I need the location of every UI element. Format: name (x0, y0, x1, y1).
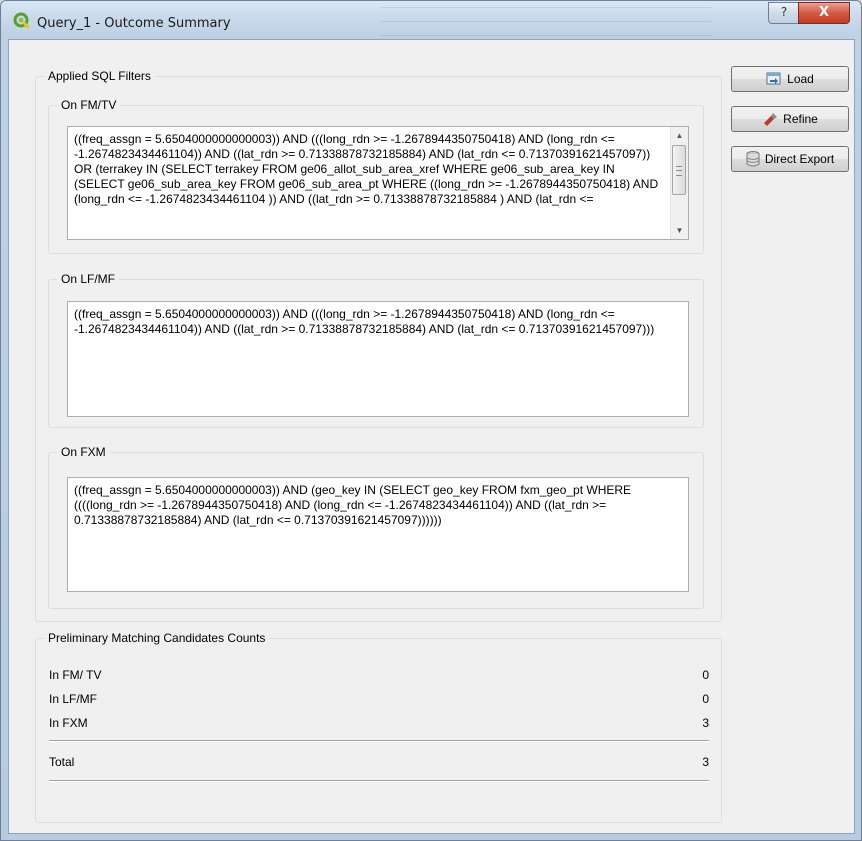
counts-title: Preliminary Matching Candidates Counts (44, 631, 270, 645)
load-button-label: Load (787, 72, 814, 86)
lfmf-group-title: On LF/MF (57, 272, 120, 286)
total-label: Total (49, 755, 75, 769)
total-value: 3 (702, 755, 709, 769)
sql-filters-title: Applied SQL Filters (44, 69, 155, 83)
qgis-app-icon (13, 12, 31, 30)
fmtv-filter-textbox[interactable]: ((freq_assgn = 5.6504000000000003)) AND … (67, 126, 689, 240)
bottom-separator (49, 780, 709, 782)
dialog-window: Query_1 - Outcome Summary ? X Applied SQ… (0, 0, 862, 841)
fxm-group: On FXM ((freq_assgn = 5.6504000000000003… (48, 445, 704, 609)
count-row-fxm: In FXM 3 (49, 716, 709, 732)
fxm-filter-text: ((freq_assgn = 5.6504000000000003)) AND … (74, 483, 632, 527)
window-title: Query_1 - Outcome Summary (37, 16, 231, 31)
lfmf-filter-textbox[interactable]: ((freq_assgn = 5.6504000000000003)) AND … (67, 301, 689, 417)
fmtv-filter-text: ((freq_assgn = 5.6504000000000003)) AND … (74, 132, 659, 206)
direct-export-button-label: Direct Export (764, 152, 835, 166)
dialog-client-area: Applied SQL Filters On FM/TV ((freq_assg… (8, 39, 855, 834)
help-button[interactable]: ? (768, 2, 800, 24)
fxm-filter-textbox[interactable]: ((freq_assgn = 5.6504000000000003)) AND … (67, 477, 689, 592)
count-row-total: Total 3 (49, 755, 709, 771)
grip-icon (676, 166, 682, 176)
count-label: In LF/MF (49, 692, 98, 706)
scroll-down-icon[interactable]: ▼ (671, 222, 688, 239)
fmtv-group: On FM/TV ((freq_assgn = 5.65040000000000… (48, 98, 704, 254)
load-icon (766, 72, 781, 85)
lfmf-group: On LF/MF ((freq_assgn = 5.65040000000000… (48, 272, 704, 428)
lfmf-filter-text: ((freq_assgn = 5.6504000000000003)) AND … (74, 307, 655, 336)
database-icon (746, 151, 760, 167)
total-separator (49, 740, 709, 742)
title-bar[interactable]: Query_1 - Outcome Summary ? X (1, 1, 861, 37)
sql-filters-group: Applied SQL Filters On FM/TV ((freq_assg… (35, 69, 722, 622)
count-label: In FM/ TV (49, 668, 102, 682)
count-value: 0 (702, 668, 709, 682)
refine-icon (764, 113, 778, 126)
close-button[interactable]: X (798, 2, 850, 24)
count-row-lfmf: In LF/MF 0 (49, 692, 709, 708)
direct-export-button[interactable]: Direct Export (731, 146, 849, 172)
count-value: 3 (702, 716, 709, 730)
fmtv-group-title: On FM/TV (57, 98, 121, 112)
count-value: 0 (702, 692, 709, 706)
count-row-fmtv: In FM/ TV 0 (49, 668, 709, 684)
count-label: In FXM (49, 716, 88, 730)
scroll-up-icon[interactable]: ▲ (671, 127, 688, 144)
scroll-thumb[interactable] (672, 145, 686, 195)
fxm-group-title: On FXM (57, 445, 110, 459)
refine-button[interactable]: Refine (731, 106, 849, 132)
refine-button-label: Refine (783, 112, 818, 126)
title-bar-background (381, 1, 711, 37)
load-button[interactable]: Load (731, 66, 849, 92)
fmtv-scrollbar[interactable]: ▲ ▼ (670, 127, 688, 239)
